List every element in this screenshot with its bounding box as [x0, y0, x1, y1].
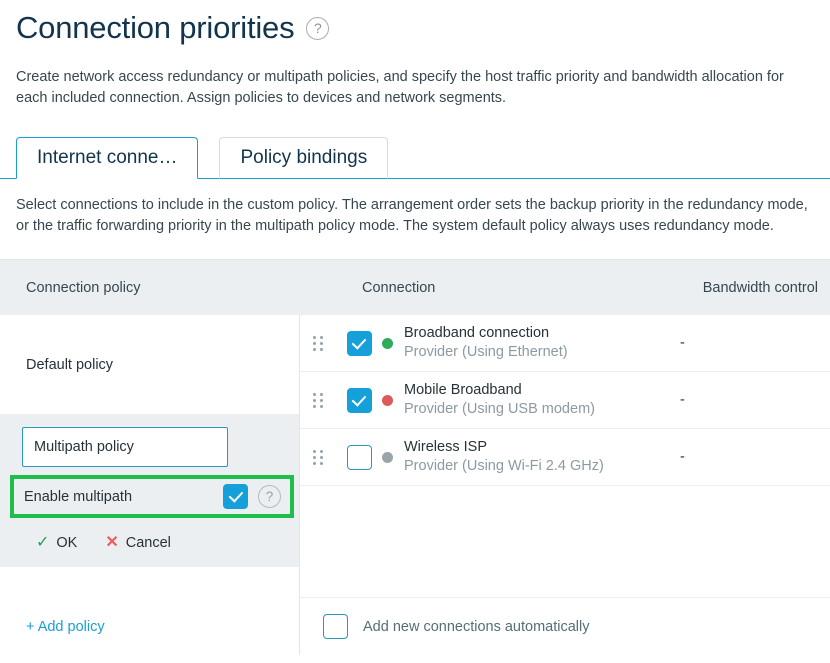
check-icon: ✓ [36, 534, 50, 551]
connection-name: Mobile Broadband [404, 382, 522, 398]
form-actions: ✓ OK ✕ Cancel [0, 518, 299, 552]
auto-add-connections-label: Add new connections automatically [363, 618, 590, 635]
connection-info: Broadband connection Provider (Using Eth… [404, 324, 679, 362]
connections-empty-space [300, 486, 830, 598]
enable-multipath-row[interactable]: Enable multipath ? [0, 475, 299, 518]
auto-add-row: Add new connections automatically [300, 598, 830, 655]
connection-checkbox[interactable] [346, 387, 372, 413]
enable-multipath-row-wrapper: Enable multipath ? [0, 475, 299, 518]
tab-internet-connections[interactable]: Internet conne… [16, 137, 199, 179]
column-header-connection: Connection [362, 279, 436, 296]
column-header-connection-policy: Connection policy [26, 279, 141, 296]
status-dot [382, 337, 393, 349]
connection-policies-table: Connection policy Connection Bandwidth c… [0, 259, 830, 655]
table-row[interactable]: Wireless ISP Provider (Using Wi-Fi 2.4 G… [300, 429, 830, 486]
bandwidth-value: - [680, 449, 685, 465]
cancel-button-label: Cancel [125, 535, 171, 551]
add-policy-button[interactable]: + Add policy [0, 598, 299, 655]
table-row[interactable]: Broadband connection Provider (Using Eth… [300, 315, 830, 372]
question-mark-circle-icon[interactable]: ? [258, 485, 281, 508]
auto-add-connections-checkbox[interactable] [323, 614, 348, 639]
connection-name: Broadband connection [404, 325, 550, 341]
page-header: Connection priorities ? Create network a… [0, 0, 830, 109]
page-title: Connection priorities [16, 10, 295, 45]
connection-checkbox[interactable] [346, 330, 372, 356]
connection-checkbox-cell [336, 330, 382, 356]
policy-name-input[interactable] [22, 427, 228, 467]
drag-handle-icon[interactable] [300, 449, 336, 465]
table-body: Default policy Enable multipath ? ✓ OK [0, 315, 830, 655]
policy-edit-form: Enable multipath ? ✓ OK ✕ Cancel [0, 414, 299, 567]
connection-checkbox-cell [336, 444, 382, 470]
ok-button[interactable]: ✓ OK [36, 534, 78, 552]
connections-column: Broadband connection Provider (Using Eth… [300, 315, 830, 655]
connection-provider: Provider (Using Ethernet) [404, 344, 568, 360]
section-description: Select connections to include in the cus… [16, 197, 808, 234]
question-mark-circle-icon[interactable]: ? [306, 16, 330, 40]
bandwidth-value: - [680, 335, 685, 351]
cross-icon: ✕ [105, 534, 119, 551]
bandwidth-value: - [680, 392, 685, 408]
status-dot [382, 451, 393, 463]
connection-checkbox-cell [336, 387, 382, 413]
status-dot [382, 394, 393, 406]
connection-checkbox[interactable] [346, 444, 372, 470]
drag-handle-icon[interactable] [300, 392, 336, 408]
title-row: Connection priorities ? [16, 8, 814, 48]
enable-multipath-checkbox[interactable] [223, 484, 248, 509]
drag-handle-icon[interactable] [300, 335, 336, 351]
connection-provider: Provider (Using Wi-Fi 2.4 GHz) [404, 458, 604, 474]
page-description: Create network access redundancy or mult… [16, 69, 784, 106]
connection-name: Wireless ISP [404, 439, 487, 455]
enable-multipath-label: Enable multipath [24, 488, 133, 505]
policy-item-default[interactable]: Default policy [0, 315, 299, 414]
connection-provider: Provider (Using USB modem) [404, 401, 595, 417]
tab-policy-bindings[interactable]: Policy bindings [219, 137, 389, 179]
cancel-button[interactable]: ✕ Cancel [105, 534, 171, 552]
ok-button-label: OK [56, 535, 78, 551]
table-row[interactable]: Mobile Broadband Provider (Using USB mod… [300, 372, 830, 429]
column-header-bandwidth-control: Bandwidth control [702, 279, 818, 296]
connection-info: Mobile Broadband Provider (Using USB mod… [404, 381, 679, 419]
connection-info: Wireless ISP Provider (Using Wi-Fi 2.4 G… [404, 438, 679, 476]
table-header-row: Connection policy Connection Bandwidth c… [0, 260, 830, 315]
tab-bar: Internet conne… Policy bindings [0, 137, 830, 179]
policy-column: Default policy Enable multipath ? ✓ OK [0, 315, 300, 655]
